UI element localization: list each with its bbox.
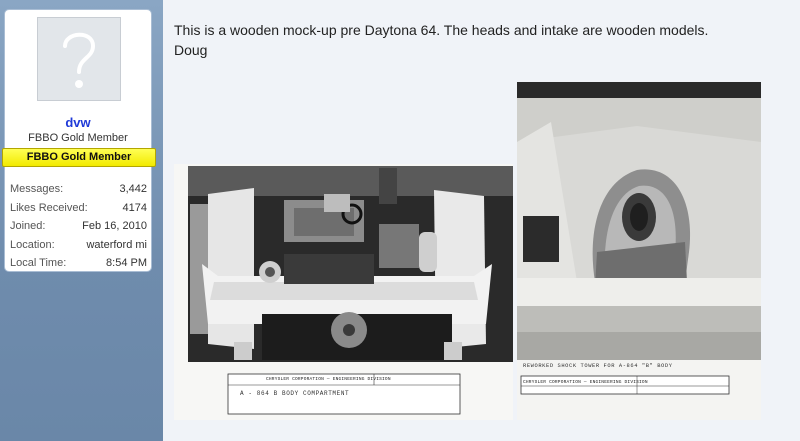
avatar[interactable]: [37, 17, 121, 101]
stat-location: Location: waterford mi: [10, 236, 147, 255]
stat-label: Likes Received:: [10, 201, 88, 214]
stat-likes: Likes Received: 4174: [10, 199, 147, 218]
member-banner: FBBO Gold Member: [2, 148, 156, 167]
message-signature: Doug: [174, 42, 208, 58]
username-link[interactable]: dvw: [5, 115, 151, 130]
question-mark-icon: [63, 32, 96, 88]
shock-tower-photo[interactable]: REWORKED SHOCK TOWER FOR A-864 "B" BODY …: [517, 82, 761, 420]
user-info-card: dvw FBBO Gold Member FBBO Gold Member Me…: [2, 9, 156, 273]
stat-value: 8:54 PM: [106, 257, 147, 269]
user-stats: Messages: 3,442 Likes Received: 4174 Joi…: [10, 180, 147, 273]
stat-label: Location:: [10, 238, 55, 251]
stat-value: 4174: [122, 201, 147, 214]
photo-caption: CHRYSLER CORPORATION — ENGINEERING DIVIS…: [523, 380, 648, 385]
post-content: This is a wooden mock-up pre Daytona 64.…: [174, 20, 784, 60]
user-title: FBBO Gold Member: [28, 132, 128, 144]
message-text: This is a wooden mock-up pre Daytona 64.…: [174, 22, 709, 38]
stat-value: Feb 16, 2010: [82, 220, 147, 232]
stat-value[interactable]: 3,442: [119, 180, 147, 199]
engine-compartment-photo[interactable]: CHRYSLER CORPORATION — ENGINEERING DIVIS…: [174, 164, 513, 420]
shock-tower-image: [517, 82, 761, 420]
stat-label: Joined:: [10, 220, 46, 232]
photo-handwriting: A - 864 B BODY COMPARTMENT: [240, 390, 350, 397]
stat-value[interactable]: waterford mi: [86, 236, 147, 255]
photo-handwriting: REWORKED SHOCK TOWER FOR A-864 "B" BODY: [523, 363, 673, 369]
stat-label: Messages:: [10, 183, 64, 195]
stat-messages: Messages: 3,442: [10, 180, 147, 199]
stat-local-time: Local Time: 8:54 PM: [10, 254, 147, 273]
stat-label: Local Time:: [10, 257, 67, 269]
photo-caption: CHRYSLER CORPORATION — ENGINEERING DIVIS…: [266, 377, 391, 382]
stat-joined: Joined: Feb 16, 2010: [10, 217, 147, 236]
